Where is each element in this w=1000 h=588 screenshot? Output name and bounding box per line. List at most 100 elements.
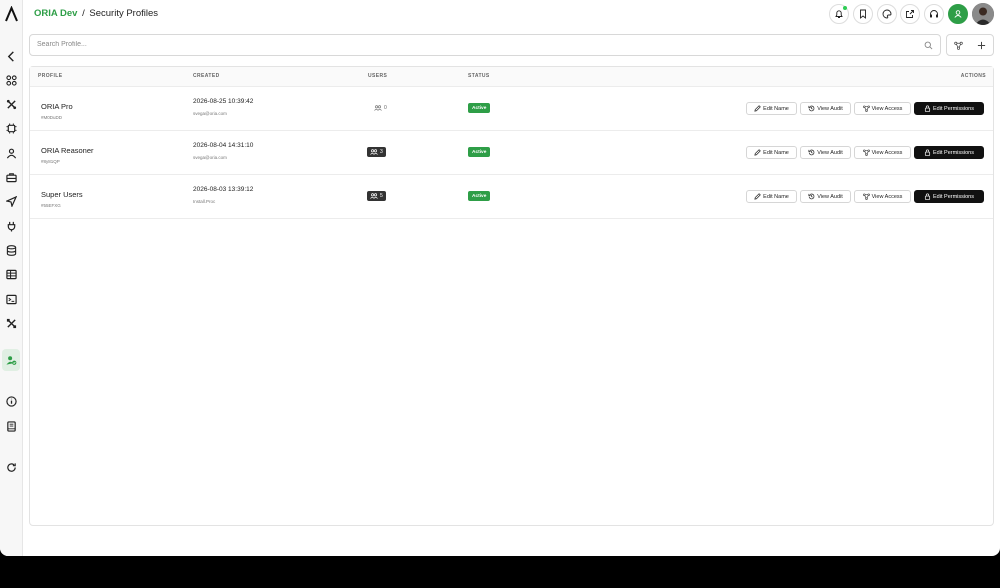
sidebar-item-chip[interactable] <box>2 119 20 137</box>
search-bar <box>29 34 941 56</box>
edit-permissions-label: Edit Permissions <box>933 193 974 200</box>
sidebar-item-settings[interactable] <box>2 314 20 332</box>
status-badge: Active <box>468 147 491 157</box>
view-access-label: View Access <box>871 105 903 112</box>
edit-name-label: Edit Name <box>763 149 789 156</box>
breadcrumb: ORIA Dev / Security Profiles <box>34 8 158 19</box>
search-input[interactable] <box>37 41 897 48</box>
sidebar-item-dashboard[interactable] <box>2 71 20 89</box>
lock-icon <box>924 193 931 200</box>
view-access-button[interactable]: View Access <box>854 102 911 115</box>
history-icon <box>808 105 815 112</box>
nodes-icon <box>862 105 870 112</box>
edit-name-button[interactable]: Edit Name <box>746 190 797 203</box>
users-count: 0 <box>384 105 387 111</box>
sidebar-item-database[interactable] <box>2 241 20 259</box>
theme-button[interactable] <box>877 4 897 24</box>
briefcase-icon <box>5 172 17 182</box>
sidebar-item-refresh[interactable] <box>2 458 20 476</box>
edit-name-label: Edit Name <box>763 105 789 112</box>
notifications-button[interactable] <box>829 4 849 24</box>
bookmark-button[interactable] <box>853 4 873 24</box>
users-count-badge[interactable]: 3 <box>367 147 386 157</box>
table-row[interactable]: ORIA Reasoner #8y81QP 2026-08-04 14:31:1… <box>30 131 993 175</box>
view-audit-button[interactable]: View Audit <box>800 146 851 159</box>
breadcrumb-separator: / <box>82 8 85 19</box>
share-icon <box>906 10 914 18</box>
users-count: 3 <box>380 149 383 155</box>
status-badge: Active <box>468 191 491 201</box>
share-button[interactable] <box>900 4 920 24</box>
support-button[interactable] <box>924 4 944 24</box>
sidebar-item-tools[interactable] <box>2 95 20 113</box>
view-audit-button[interactable]: View Audit <box>800 190 851 203</box>
table-row[interactable]: ORIA Pro #M0DuDD 2026-08-25 10:39:42 sve… <box>30 87 993 131</box>
search-icon[interactable] <box>924 41 933 50</box>
profile-id: #55EFXG <box>41 203 61 208</box>
edit-permissions-button[interactable]: Edit Permissions <box>914 146 984 159</box>
page-title: Security Profiles <box>89 8 159 19</box>
sidebar-item-info[interactable] <box>2 392 20 410</box>
notification-dot <box>843 6 847 10</box>
view-audit-button[interactable]: View Audit <box>800 102 851 115</box>
users-icon <box>370 149 378 155</box>
created-date: 2026-08-03 13:39:12 <box>193 186 254 193</box>
sidebar-item-docs[interactable] <box>2 417 20 435</box>
sidebar <box>0 0 23 556</box>
sidebar-item-security-profiles[interactable] <box>2 349 20 371</box>
avatar[interactable] <box>972 3 994 25</box>
sidebar-item-toolbox[interactable] <box>2 168 20 186</box>
edit-name-button[interactable]: Edit Name <box>746 146 797 159</box>
column-header-users: USERS <box>368 73 388 79</box>
refresh-icon <box>6 462 16 472</box>
header: ORIA Dev / Security Profiles <box>23 0 1000 28</box>
column-header-status: STATUS <box>468 73 490 79</box>
profile-name: ORIA Pro <box>41 102 73 111</box>
history-icon <box>808 193 815 200</box>
edit-permissions-button[interactable]: Edit Permissions <box>914 102 984 115</box>
palette-icon <box>882 9 892 19</box>
view-access-label: View Access <box>871 193 903 200</box>
sidebar-item-terminal[interactable] <box>2 290 20 308</box>
edit-name-label: Edit Name <box>763 193 789 200</box>
users-icon <box>374 105 382 111</box>
sidebar-item-deploy[interactable] <box>2 192 20 210</box>
edit-permissions-button[interactable]: Edit Permissions <box>914 190 984 203</box>
sidebar-item-tables[interactable] <box>2 265 20 283</box>
pencil-icon <box>754 105 761 112</box>
table-row[interactable]: Super Users #55EFXG 2026-08-03 13:39:12 … <box>30 175 993 219</box>
database-icon <box>6 244 16 256</box>
add-profile-button[interactable] <box>970 35 993 55</box>
chip-icon <box>5 122 17 134</box>
lock-icon <box>924 149 931 156</box>
lock-icon <box>924 105 931 112</box>
view-audit-label: View Audit <box>817 105 843 112</box>
app-window: ORIA Dev / Security Profiles Search Prof… <box>0 0 1000 556</box>
user-badge-button[interactable] <box>948 4 968 24</box>
profile-id: #M0DuDD <box>41 115 63 120</box>
filter-button[interactable] <box>947 35 970 55</box>
edit-permissions-label: Edit Permissions <box>933 149 974 156</box>
grid-icon <box>5 74 17 86</box>
history-icon <box>808 149 815 156</box>
breadcrumb-brand[interactable]: ORIA Dev <box>34 8 77 19</box>
sidebar-collapse[interactable] <box>2 47 20 65</box>
sidebar-item-agents[interactable] <box>2 144 20 162</box>
created-date: 2026-08-25 10:39:42 <box>193 98 254 105</box>
created-date: 2026-08-04 14:31:10 <box>193 142 254 149</box>
view-access-button[interactable]: View Access <box>854 190 911 203</box>
column-header-actions: ACTIONS <box>960 73 986 79</box>
profile-name: Super Users <box>41 190 83 199</box>
created-by: svega@oria.com <box>193 155 227 160</box>
edit-name-button[interactable]: Edit Name <box>746 102 797 115</box>
logo-icon[interactable] <box>4 6 19 22</box>
users-icon <box>370 193 378 199</box>
view-access-button[interactable]: View Access <box>854 146 911 159</box>
sidebar-item-plugins[interactable] <box>2 217 20 235</box>
nodes-icon <box>862 193 870 200</box>
users-count-badge[interactable]: 5 <box>367 191 386 201</box>
nodes-icon <box>862 149 870 156</box>
users-count-badge[interactable]: 0 <box>371 103 390 113</box>
agent-icon <box>6 148 16 158</box>
headset-icon <box>930 10 938 18</box>
